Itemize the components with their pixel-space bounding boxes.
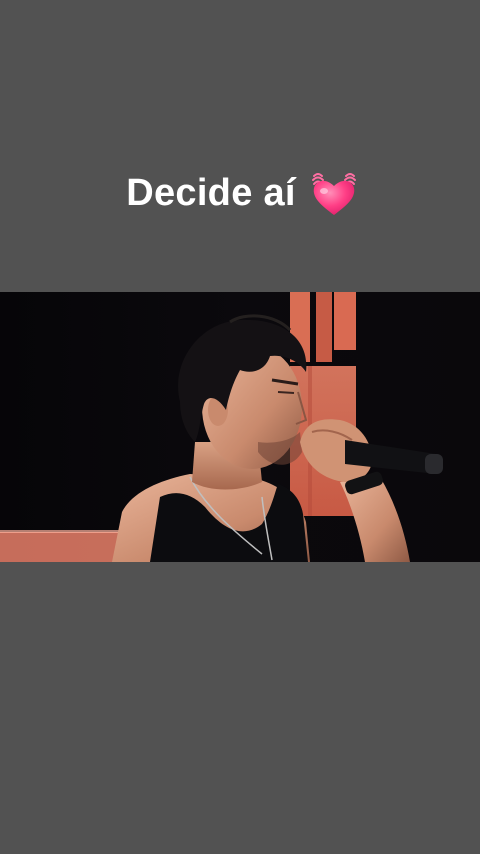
singer-with-microphone-photo <box>0 292 480 562</box>
video-frame[interactable] <box>0 292 480 562</box>
beating-heart-icon <box>308 167 360 219</box>
story-screen: Decide aí <box>0 0 480 854</box>
story-caption: Decide aí <box>0 163 480 223</box>
caption-text: Decide aí <box>126 172 296 214</box>
